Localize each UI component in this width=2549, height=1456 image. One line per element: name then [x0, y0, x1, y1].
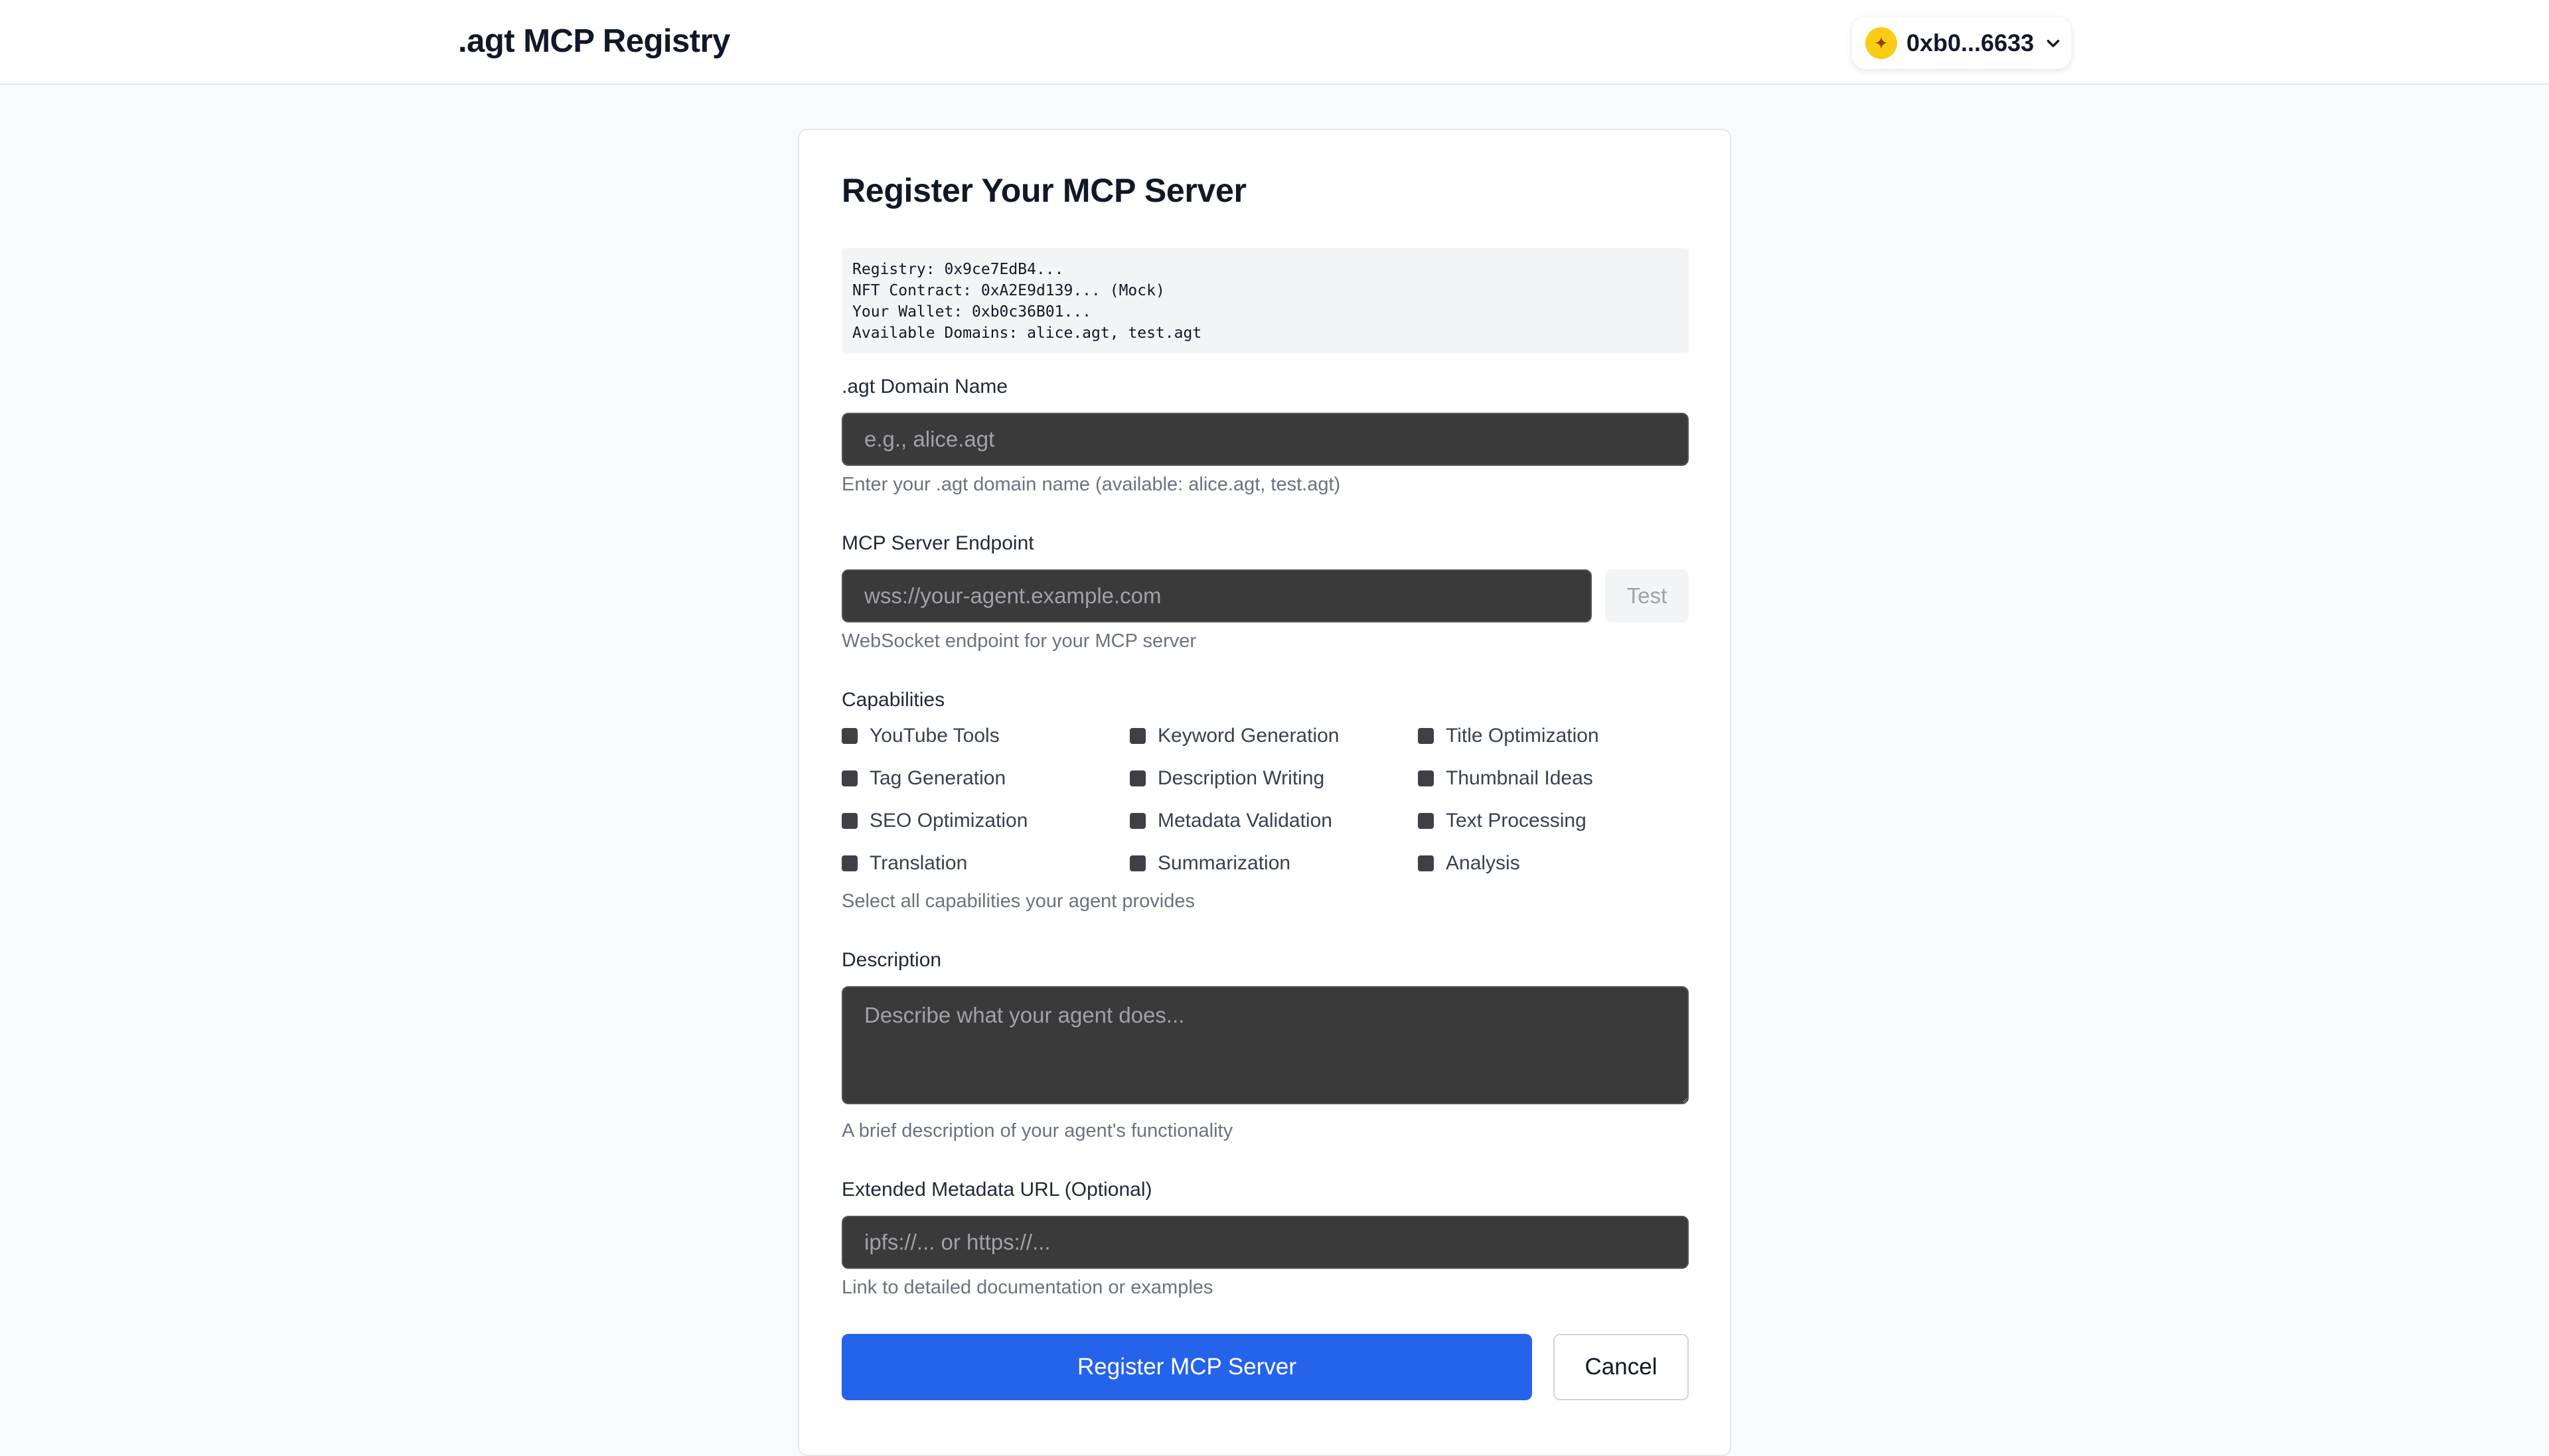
domain-label: .agt Domain Name: [842, 376, 1008, 398]
register-button[interactable]: Register MCP Server: [842, 1334, 1532, 1400]
domain-input[interactable]: [842, 413, 1689, 466]
checkbox[interactable]: [842, 728, 858, 744]
app-title: .agt MCP Registry: [458, 23, 730, 59]
capability-text-processing[interactable]: Text Processing: [1418, 810, 1586, 832]
checkbox[interactable]: [842, 855, 858, 871]
capability-thumbnail-ideas[interactable]: Thumbnail Ideas: [1418, 767, 1593, 790]
wallet-button[interactable]: ✦ 0xb0...6633: [1852, 17, 2071, 69]
checkbox[interactable]: [1130, 728, 1146, 744]
checkbox[interactable]: [1418, 855, 1434, 871]
test-endpoint-button[interactable]: Test: [1605, 569, 1689, 622]
checkbox[interactable]: [1418, 813, 1434, 829]
capability-youtube-tools[interactable]: YouTube Tools: [842, 725, 1000, 747]
checkbox[interactable]: [842, 770, 858, 786]
capability-description-writing[interactable]: Description Writing: [1130, 767, 1324, 790]
description-textarea[interactable]: [842, 986, 1689, 1104]
description-label: Description: [842, 949, 942, 971]
domain-hint: Enter your .agt domain name (available: …: [842, 474, 1341, 495]
checkbox[interactable]: [1130, 813, 1146, 829]
endpoint-label: MCP Server Endpoint: [842, 532, 1034, 554]
top-header: .agt MCP Registry ✦ 0xb0...6633: [0, 0, 2549, 85]
register-form-card: Register Your MCP Server Registry: 0x9ce…: [798, 129, 1731, 1456]
avatar-icon: ✦: [1865, 27, 1897, 59]
metadata-url-hint: Link to detailed documentation or exampl…: [842, 1277, 1213, 1298]
cancel-button[interactable]: Cancel: [1553, 1334, 1689, 1400]
contract-info-box: Registry: 0x9ce7EdB4... NFT Contract: 0x…: [842, 248, 1689, 353]
info-registry: Registry: 0x9ce7EdB4...: [852, 261, 1064, 278]
capability-analysis[interactable]: Analysis: [1418, 852, 1520, 875]
wallet-address: 0xb0...6633: [1906, 29, 2035, 56]
checkbox[interactable]: [1130, 770, 1146, 786]
endpoint-input[interactable]: [842, 569, 1592, 622]
capability-seo-optimization[interactable]: SEO Optimization: [842, 810, 1028, 832]
capability-keyword-generation[interactable]: Keyword Generation: [1130, 725, 1340, 747]
chevron-down-icon: [2047, 40, 2060, 48]
capability-tag-generation[interactable]: Tag Generation: [842, 767, 1006, 790]
form-title: Register Your MCP Server: [842, 172, 1247, 209]
capabilities-label: Capabilities: [842, 689, 945, 711]
info-domains: Available Domains: alice.agt, test.agt: [852, 325, 1202, 342]
endpoint-hint: WebSocket endpoint for your MCP server: [842, 630, 1197, 652]
capability-summarization[interactable]: Summarization: [1130, 852, 1290, 875]
capability-title-optimization[interactable]: Title Optimization: [1418, 725, 1599, 747]
checkbox[interactable]: [1130, 855, 1146, 871]
capabilities-grid: YouTube Tools Keyword Generation Title O…: [842, 725, 1705, 895]
metadata-url-input[interactable]: [842, 1216, 1689, 1269]
checkbox[interactable]: [1418, 728, 1434, 744]
metadata-url-label: Extended Metadata URL (Optional): [842, 1179, 1152, 1201]
info-nft-contract: NFT Contract: 0xA2E9d139... (Mock): [852, 282, 1165, 299]
capability-translation[interactable]: Translation: [842, 852, 967, 875]
capability-metadata-validation[interactable]: Metadata Validation: [1130, 810, 1332, 832]
checkbox[interactable]: [1418, 770, 1434, 786]
checkbox[interactable]: [842, 813, 858, 829]
description-hint: A brief description of your agent's func…: [842, 1120, 1233, 1141]
capabilities-hint: Select all capabilities your agent provi…: [842, 891, 1195, 912]
info-wallet: Your Wallet: 0xb0c36B01...: [852, 303, 1092, 321]
